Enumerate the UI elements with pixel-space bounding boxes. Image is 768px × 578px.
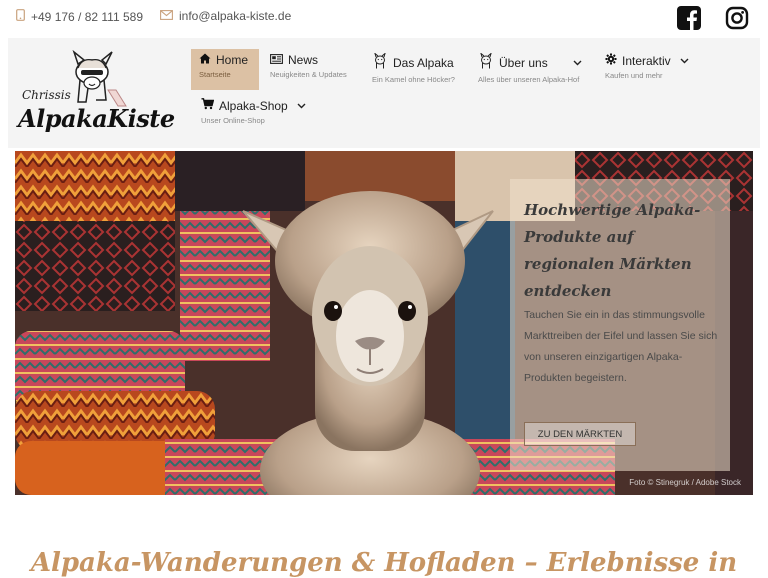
nav-sub-alpaka-shop: Unser Online-Shop: [201, 116, 265, 125]
site-header: Chrissis AlpakaKiste Home Startseite New…: [8, 38, 760, 148]
phone-number[interactable]: +49 176 / 82 111 589: [31, 10, 143, 24]
logo-line-1: Chrissis: [22, 88, 71, 102]
email-contact[interactable]: info@alpaka-kiste.de: [160, 9, 291, 23]
hero-text-panel: Hochwertige Alpaka-Produkte auf regional…: [510, 179, 730, 471]
hero-title: Hochwertige Alpaka-Produkte auf regional…: [524, 201, 701, 300]
nav-item-alpaka-shop[interactable]: Alpaka-Shop Unser Online-Shop: [193, 94, 314, 129]
top-bar: +49 176 / 82 111 589 info@alpaka-kiste.d…: [0, 0, 768, 36]
nav-label-home: Home: [216, 53, 249, 67]
nav-sub-das-alpaka: Ein Kamel ohne Höcker?: [372, 75, 455, 84]
alpaca-icon: [372, 52, 388, 72]
home-icon: [199, 53, 211, 67]
hero-banner: Hochwertige Alpaka-Produkte auf regional…: [15, 151, 753, 495]
chevron-down-icon[interactable]: [297, 101, 306, 111]
nav-label-interaktiv: Interaktiv: [622, 53, 671, 68]
nav-sub-interaktiv: Kaufen und mehr: [605, 71, 663, 80]
alpaca-icon: [478, 52, 494, 72]
nav-sub-news: Neuigkeiten & Updates: [270, 70, 347, 79]
nav-item-interaktiv[interactable]: Interaktiv Kaufen und mehr: [597, 49, 697, 84]
hero-text: Tauchen Sie ein in das stimmungsvolle Ma…: [524, 309, 718, 384]
site-logo[interactable]: Chrissis AlpakaKiste: [18, 50, 175, 140]
nav-sub-home: Startseite: [199, 70, 231, 79]
chevron-down-icon[interactable]: [680, 56, 689, 66]
instagram-icon[interactable]: [725, 6, 749, 30]
email-address[interactable]: info@alpaka-kiste.de: [179, 9, 291, 23]
phone-icon: [16, 9, 25, 24]
nav-item-news[interactable]: News Neuigkeiten & Updates: [262, 49, 355, 83]
nav-sub-ueber-uns: Alles über unseren Alpaka-Hof: [478, 75, 580, 84]
cart-icon: [201, 98, 215, 113]
nav-label-das-alpaka: Das Alpaka: [393, 55, 454, 70]
nav-item-das-alpaka[interactable]: Das Alpaka Ein Kamel ohne Höcker?: [364, 49, 463, 88]
nav-label-news: News: [288, 53, 319, 67]
envelope-icon: [160, 9, 173, 23]
markets-button[interactable]: ZU DEN MÄRKTEN: [524, 422, 636, 446]
section-title: Alpaka-Wanderungen & Hofladen – Erlebnis…: [30, 548, 738, 578]
chevron-down-icon[interactable]: [573, 58, 582, 68]
nav-item-ueber-uns[interactable]: Über uns Alles über unseren Alpaka-Hof: [470, 49, 590, 88]
nav-label-alpaka-shop: Alpaka-Shop: [219, 98, 288, 113]
gear-icon: [605, 53, 617, 68]
phone-contact[interactable]: +49 176 / 82 111 589: [16, 9, 143, 24]
photo-credit: Foto © Stinegruk / Adobe Stock: [629, 478, 741, 487]
nav-label-ueber-uns: Über uns: [499, 55, 548, 70]
logo-line-2: AlpakaKiste: [18, 104, 175, 133]
nav-item-home[interactable]: Home Startseite: [191, 49, 259, 90]
facebook-icon[interactable]: [677, 6, 701, 31]
newspaper-icon: [270, 53, 283, 67]
